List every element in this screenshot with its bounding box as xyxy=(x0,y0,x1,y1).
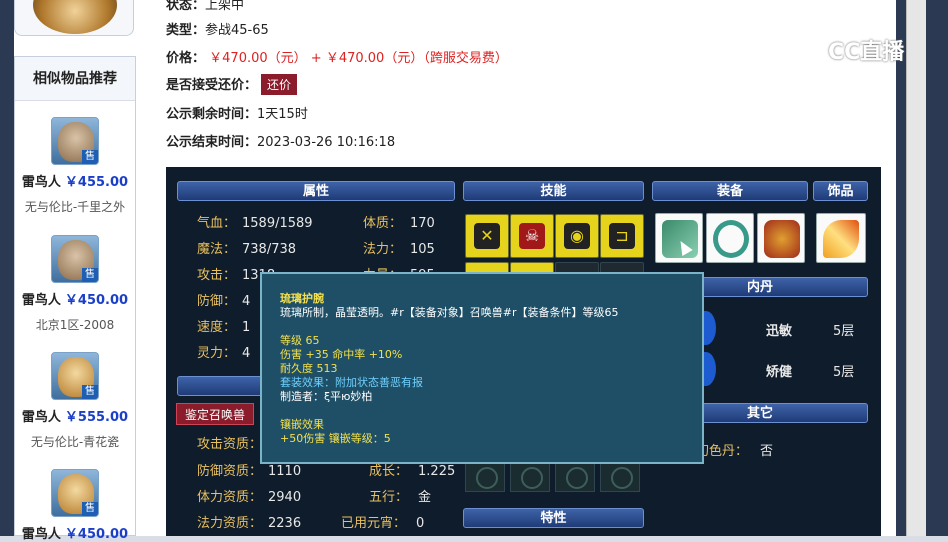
scrollbar[interactable] xyxy=(906,0,926,536)
neidan-level: 5层 xyxy=(833,365,855,380)
equipment-slot[interactable] xyxy=(706,213,754,263)
item-tooltip: 琉璃护腕 琉璃所制，晶莹透明。#r【装备对象】召唤兽#r【装备条件】等级65 等… xyxy=(260,272,704,464)
cc-logo-icon xyxy=(796,39,824,67)
aptitude-magic: 法力资质： 2236 xyxy=(197,516,302,531)
skill-slot[interactable]: ⊐ xyxy=(600,214,644,258)
equipment-header: 装备 xyxy=(652,181,808,201)
stat-spirit: 灵力： 4 xyxy=(197,346,251,361)
haggle-button[interactable]: 还价 xyxy=(261,74,298,95)
similar-item-price: ￥450.00 xyxy=(64,527,129,542)
sell-badge: 售 xyxy=(82,502,98,516)
stat-speed: 速度： 1 xyxy=(197,320,251,335)
neidan-name: 矫健 xyxy=(766,365,793,380)
remaining-row: 公示剩余时间：1天15时 xyxy=(166,107,308,122)
watermark: CC直播 xyxy=(796,34,922,67)
tooltip-durability: 耐久度 513 xyxy=(280,362,338,375)
type-row: 类型：参战45-65 xyxy=(166,23,269,38)
haggle-row: 是否接受还价： 还价 xyxy=(166,74,298,95)
similar-item[interactable]: 售 雷鸟人 ￥450.00 xyxy=(15,469,135,542)
aptitude-attack: 攻击资质： xyxy=(197,437,263,452)
empty-slot xyxy=(510,460,550,492)
similar-item-name: 雷鸟人 xyxy=(21,293,61,308)
empty-slot xyxy=(600,460,640,492)
other-row: 幻色丹：否 xyxy=(696,444,774,459)
price-value: ￥470.00（元） xyxy=(209,51,307,66)
pet-portrait xyxy=(33,0,117,34)
price-row: 价格： ￥470.00（元） + ￥470.00（元）（跨服交易费） xyxy=(166,51,508,66)
tooltip-damage: 伤害 +35 命中率 +10% xyxy=(280,348,403,361)
similar-item[interactable]: 售 雷鸟人 ￥455.00 无与伦比-千里之外 xyxy=(15,117,135,215)
pet-thumbnail[interactable]: 售 xyxy=(51,469,99,517)
status-row: 状态：上架中 xyxy=(166,0,245,13)
neidan-name: 迅敏 xyxy=(766,324,793,339)
right-frame xyxy=(896,0,948,536)
ring-icon xyxy=(713,220,749,258)
traits-header: 特性 xyxy=(463,508,644,528)
eye-skill-icon: ◉ xyxy=(564,223,590,249)
sell-badge: 售 xyxy=(82,268,98,282)
similar-item-price: ￥455.00 xyxy=(64,175,129,190)
appraise-pet-button[interactable]: 鉴定召唤兽 xyxy=(176,403,254,425)
sell-badge: 售 xyxy=(82,385,98,399)
similar-item-name: 雷鸟人 xyxy=(21,527,61,542)
similar-item-name: 雷鸟人 xyxy=(21,175,61,190)
similar-item-name: 雷鸟人 xyxy=(21,410,61,425)
pet-thumbnail[interactable]: 售 xyxy=(51,117,99,165)
bow-skill-icon: ✕ xyxy=(474,223,500,249)
neidan-level: 5层 xyxy=(833,324,855,339)
five-elements: 五行：金 xyxy=(369,490,432,505)
skill-slot[interactable]: ☠ xyxy=(510,214,554,258)
tooltip-inlay-detail: +50伤害 镶嵌等级：5 xyxy=(280,432,391,445)
similar-item-server: 北京1区-2008 xyxy=(35,318,115,332)
accessory-header: 饰品 xyxy=(813,181,868,201)
similar-item-price: ￥555.00 xyxy=(64,410,129,425)
stat-hp: 气血： 1589/1589 xyxy=(197,216,313,231)
left-frame xyxy=(0,0,14,536)
similar-item[interactable]: 售 雷鸟人 ￥450.00 北京1区-2008 xyxy=(15,235,135,333)
stat-magic: 法力： 105 xyxy=(363,242,435,257)
stat-constitution: 体质： 170 xyxy=(363,216,435,231)
accessory-slot[interactable] xyxy=(816,213,866,263)
empty-slot xyxy=(555,460,595,492)
similar-item[interactable]: 售 雷鸟人 ￥555.00 无与伦比-青花瓷 xyxy=(15,352,135,450)
tooltip-desc: 琉璃所制，晶莹透明。#r【装备对象】召唤兽#r【装备条件】等级65 xyxy=(280,306,619,319)
aptitude-header xyxy=(177,376,263,396)
tooltip-maker: 制造者：ξ平ю妙柏 xyxy=(280,390,373,403)
equipment-slot[interactable] xyxy=(757,213,805,263)
armor-icon xyxy=(764,220,800,258)
scroll-skill-icon: ⊐ xyxy=(609,223,635,249)
tooltip-level: 等级 65 xyxy=(280,334,320,347)
sell-badge: 售 xyxy=(82,150,98,164)
aptitude-hp: 体力资质： 2940 xyxy=(197,490,302,505)
stat-mp: 魔法： 738/738 xyxy=(197,242,297,257)
stat-defense: 防御： 4 xyxy=(197,294,251,309)
skills-header: 技能 xyxy=(463,181,644,201)
cross-server-fee: ￥470.00（元）（跨服交易费） xyxy=(325,51,508,66)
equipment-slot[interactable] xyxy=(655,213,703,263)
similar-item-price: ￥450.00 xyxy=(64,293,129,308)
end-time-row: 公示结束时间：2023-03-26 10:16:18 xyxy=(166,135,396,150)
similar-item-server: 无与伦比-千里之外 xyxy=(24,200,126,214)
skill-slot[interactable]: ✕ xyxy=(465,214,509,258)
feather-icon xyxy=(823,220,859,258)
pet-thumbnail[interactable]: 售 xyxy=(51,352,99,400)
empty-slot xyxy=(465,460,505,492)
similar-items-panel: 相似物品推荐 售 雷鸟人 ￥455.00 无与伦比-千里之外 售 雷鸟人 ￥450.… xyxy=(14,56,136,542)
similar-items-title: 相似物品推荐 xyxy=(15,57,135,101)
attributes-header: 属性 xyxy=(177,181,455,201)
skull-skill-icon: ☠ xyxy=(519,223,545,249)
skill-slot[interactable]: ◉ xyxy=(555,214,599,258)
tooltip-set-effect: 套装效果：附加状态善恶有报 xyxy=(280,376,423,389)
lantern-used: 已用元宵： 0 xyxy=(341,516,425,531)
avatar xyxy=(14,0,134,36)
tooltip-inlay-title: 镶嵌效果 xyxy=(280,418,324,431)
tooltip-title: 琉璃护腕 xyxy=(280,292,324,305)
similar-item-server: 无与伦比-青花瓷 xyxy=(30,435,120,449)
pet-thumbnail[interactable]: 售 xyxy=(51,235,99,283)
